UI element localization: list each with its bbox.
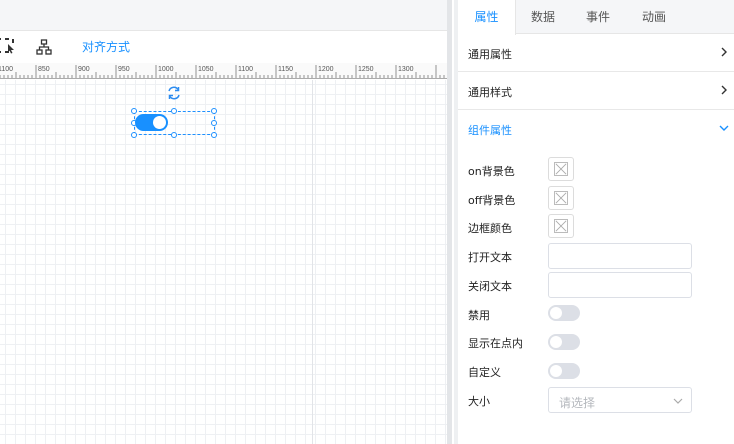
ruler-tick-label: 1300 — [398, 66, 414, 73]
border-color-picker[interactable] — [548, 214, 574, 238]
close-text-input[interactable] — [548, 272, 692, 298]
editor-area: 对齐方式 1100 850 900 950 1000 1050 1100 1150 1200 12… — [0, 0, 447, 444]
ruler-tick-label: 950 — [118, 66, 130, 73]
rotate-icon[interactable] — [166, 85, 182, 101]
resize-handle-top[interactable] — [171, 108, 177, 114]
ruler-tick-label: 1150 — [278, 66, 293, 73]
size-label: 大小 — [468, 395, 490, 408]
ruler-ticks: 1100 850 900 950 1000 1050 1100 1150 1200 1250 130… — [0, 65, 445, 78]
ruler-tick-label: 1100 — [238, 66, 253, 73]
show-inside-toggle[interactable] — [548, 334, 580, 350]
size-select-placeholder: 请选择 — [559, 396, 596, 410]
section-label: 通用样式 — [468, 86, 512, 99]
resize-handle-bottom-right[interactable] — [211, 132, 217, 138]
horizontal-ruler: 1100 850 900 950 1000 1050 1100 1150 1200 1250 130… — [0, 63, 447, 79]
ruler-tick-label: 1000 — [158, 66, 174, 73]
size-select[interactable]: 请选择 — [548, 387, 692, 413]
empty-color-icon — [554, 219, 568, 233]
panel-tabs: 属性 数据 事件 动画 — [458, 0, 734, 35]
toggle-knob — [550, 336, 562, 348]
off-bg-color-picker[interactable] — [548, 186, 574, 210]
toggle-knob — [550, 365, 562, 377]
switch-component[interactable] — [135, 114, 168, 131]
resize-handle-top-left[interactable] — [131, 108, 137, 114]
ruler-tick-label: 1050 — [198, 66, 214, 73]
section-common-properties[interactable]: 通用属性 — [458, 34, 734, 72]
disabled-toggle[interactable] — [548, 305, 580, 321]
editor-toolbar: 对齐方式 — [0, 31, 447, 63]
ruler-tick-label: 850 — [38, 66, 50, 73]
editor-top-bar — [0, 0, 447, 31]
chevron-down-icon — [673, 398, 683, 404]
chevron-right-icon — [721, 85, 727, 95]
tab-properties[interactable]: 属性 — [458, 0, 516, 35]
on-bg-color-picker[interactable] — [548, 157, 574, 181]
toggle-knob — [550, 307, 562, 319]
ruler-tick-label: 1250 — [358, 66, 374, 73]
properties-panel: 属性 数据 事件 动画 通用属性 通用样式 组件属性 on背景色 off背景色 … — [458, 0, 734, 444]
custom-toggle[interactable] — [548, 363, 580, 379]
chevron-down-icon — [719, 125, 729, 131]
tab-events[interactable]: 事件 — [570, 0, 626, 34]
ruler-tick-label: 900 — [78, 66, 90, 73]
tab-data[interactable]: 数据 — [516, 0, 570, 34]
empty-color-icon — [554, 191, 568, 205]
chevron-right-icon — [721, 47, 727, 57]
section-common-styles[interactable]: 通用样式 — [458, 72, 734, 110]
open-text-input[interactable] — [548, 243, 692, 269]
custom-label: 自定义 — [468, 366, 501, 379]
switch-knob — [153, 116, 166, 129]
resize-handle-bottom[interactable] — [171, 132, 177, 138]
open-text-label: 打开文本 — [468, 251, 512, 264]
design-canvas[interactable] — [0, 80, 447, 444]
section-label: 通用属性 — [468, 48, 512, 61]
align-menu-button[interactable]: 对齐方式 — [82, 38, 130, 55]
resize-handle-right[interactable] — [211, 120, 217, 126]
panel-splitter[interactable] — [447, 0, 452, 444]
resize-handle-top-right[interactable] — [211, 108, 217, 114]
off-bg-label: off背景色 — [468, 194, 516, 207]
ruler-tick-label: 1100 — [0, 66, 13, 73]
disabled-label: 禁用 — [468, 309, 490, 322]
resize-handle-bottom-left[interactable] — [131, 132, 137, 138]
app-root: 对齐方式 1100 850 900 950 1000 1050 1100 1150 1200 12… — [0, 0, 734, 444]
tab-animation[interactable]: 动画 — [626, 0, 682, 34]
border-color-label: 边框颜色 — [468, 222, 512, 235]
canvas-stage-edge — [312, 80, 313, 444]
ruler-tick-label: 1200 — [318, 66, 334, 73]
close-text-label: 关闭文本 — [468, 280, 512, 293]
on-bg-label: on背景色 — [468, 165, 515, 178]
section-label: 组件属性 — [468, 124, 512, 137]
hierarchy-icon[interactable] — [36, 39, 52, 55]
show-inside-label: 显示在点内 — [468, 337, 523, 350]
box-select-icon[interactable] — [0, 38, 16, 54]
empty-color-icon — [554, 162, 568, 176]
section-component-properties[interactable]: 组件属性 — [458, 110, 734, 148]
